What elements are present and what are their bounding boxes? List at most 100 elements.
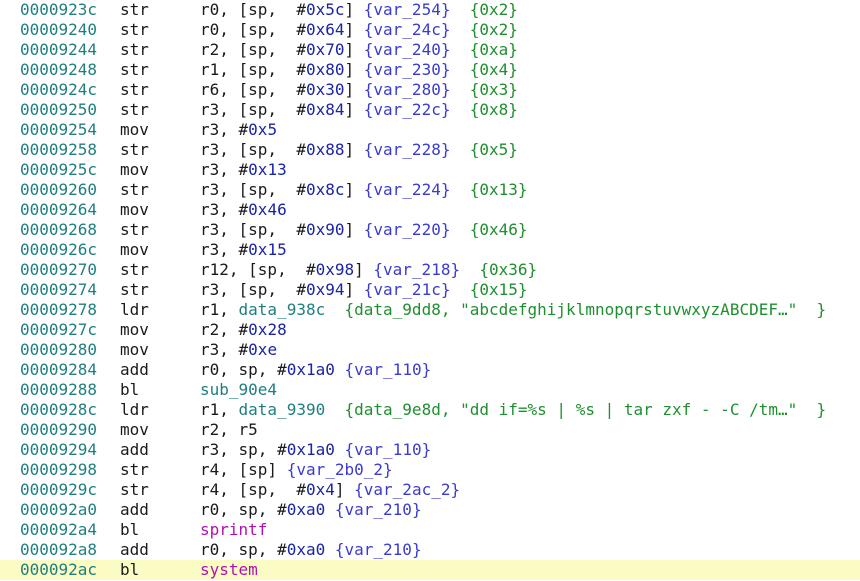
instruction-address[interactable]: 00009294 xyxy=(20,440,97,460)
stack-var-annotation[interactable]: {var_254} xyxy=(364,0,451,19)
instruction-address[interactable]: 000092a8 xyxy=(20,540,97,560)
stack-var-annotation[interactable]: {var_2b0_2} xyxy=(287,460,393,479)
instruction-line[interactable]: 00009290 mov r2, r5 xyxy=(0,420,860,440)
instruction-address[interactable]: 000092a0 xyxy=(20,500,97,520)
instruction-line[interactable]: 0000924c str r6, [sp, #0x30] {var_280} {0x… xyxy=(0,80,860,100)
stack-var-annotation[interactable]: {var_110} xyxy=(345,360,432,379)
import-call-link[interactable]: sprintf xyxy=(200,520,267,539)
data-symbol-link[interactable]: data_9390 xyxy=(239,400,326,419)
operand-text: r0, sp, # xyxy=(200,540,287,559)
instruction-address[interactable]: 00009258 xyxy=(20,140,97,160)
value-comment: {0x36} xyxy=(479,260,538,279)
instruction-line[interactable]: 00009260 str r3, [sp, #0x8c] {var_224} {0x… xyxy=(0,180,860,200)
stack-var-annotation[interactable]: {var_24c} xyxy=(364,20,451,39)
instruction-address[interactable]: 00009274 xyxy=(20,280,97,300)
operand-text: r4, [sp] xyxy=(200,460,287,479)
stack-var-annotation[interactable]: {var_240} xyxy=(364,40,451,59)
instruction-address[interactable]: 0000925c xyxy=(20,160,97,180)
instruction-address[interactable]: 00009268 xyxy=(20,220,97,240)
instruction-address[interactable]: 0000927c xyxy=(20,320,97,340)
instruction-line[interactable]: 0000923c str r0, [sp, #0x5c] {var_254} {0x… xyxy=(0,0,860,20)
instruction-address[interactable]: 0000924c xyxy=(20,80,97,100)
instruction-address[interactable]: 0000928c xyxy=(20,400,97,420)
data-symbol-link[interactable]: data_938c xyxy=(239,300,326,319)
disassembly-listing[interactable]: 0000923c str r0, [sp, #0x5c] {var_254} {0x… xyxy=(0,0,860,581)
operand-text: r1, xyxy=(200,400,239,419)
instruction-address[interactable]: 00009250 xyxy=(20,100,97,120)
instruction-address[interactable]: 00009278 xyxy=(20,300,97,320)
instruction-operands: r3, [sp, #0x90] {var_220} {0x46} xyxy=(200,220,528,240)
instruction-line[interactable]: 00009270 str r12, [sp, #0x98] {var_218} {0… xyxy=(0,260,860,280)
instruction-line[interactable]: 00009280 mov r3, #0xe xyxy=(0,340,860,360)
instruction-operands: sprintf xyxy=(200,520,267,540)
instruction-address[interactable]: 000092a4 xyxy=(20,520,97,540)
instruction-address[interactable]: 000092ac xyxy=(20,560,97,580)
instruction-operands: r3, [sp, #0x88] {var_228} {0x5} xyxy=(200,140,518,160)
operand-text: r3, # xyxy=(200,160,249,179)
stack-var-annotation[interactable]: {var_224} xyxy=(364,180,451,199)
stack-var-annotation[interactable]: {var_210} xyxy=(335,540,422,559)
instruction-address[interactable]: 00009260 xyxy=(20,180,97,200)
stack-var-annotation[interactable]: {var_228} xyxy=(364,140,451,159)
import-call-link[interactable]: system xyxy=(200,560,258,579)
stack-var-annotation[interactable]: {var_2ac_2} xyxy=(354,480,460,499)
instruction-mnemonic: add xyxy=(120,540,149,559)
stack-var-annotation[interactable]: {var_280} xyxy=(364,80,451,99)
instruction-line[interactable]: 000092a4 bl sprintf xyxy=(0,520,860,540)
instruction-address[interactable]: 0000923c xyxy=(20,0,97,20)
stack-var-annotation[interactable]: {var_22c} xyxy=(364,100,451,119)
stack-var-annotation[interactable]: {var_110} xyxy=(345,440,432,459)
instruction-line[interactable]: 0000927c mov r2, #0x28 xyxy=(0,320,860,340)
instruction-line[interactable]: 00009284 add r0, sp, #0x1a0 {var_110} xyxy=(0,360,860,380)
instruction-address[interactable]: 00009280 xyxy=(20,340,97,360)
instruction-line[interactable]: 000092a8 add r0, sp, #0xa0 {var_210} xyxy=(0,540,860,560)
instruction-line[interactable]: 00009258 str r3, [sp, #0x88] {var_228} {0x… xyxy=(0,140,860,160)
instruction-line[interactable]: 00009254 mov r3, #0x5 xyxy=(0,120,860,140)
instruction-line[interactable]: 00009288 bl sub_90e4 xyxy=(0,380,860,400)
operand-text: ] xyxy=(344,80,364,99)
instruction-line[interactable]: 00009298 str r4, [sp] {var_2b0_2} xyxy=(0,460,860,480)
instruction-address[interactable]: 00009290 xyxy=(20,420,97,440)
instruction-line[interactable]: 0000926c mov r3, #0x15 xyxy=(0,240,860,260)
instruction-address[interactable]: 00009248 xyxy=(20,60,97,80)
stack-var-annotation[interactable]: {var_218} xyxy=(373,260,460,279)
stack-var-annotation[interactable]: {var_21c} xyxy=(364,280,451,299)
instruction-line[interactable]: 00009250 str r3, [sp, #0x84] {var_22c} {0x… xyxy=(0,100,860,120)
instruction-operands: r2, #0x28 xyxy=(200,320,287,340)
stack-var-annotation[interactable]: {var_210} xyxy=(335,500,422,519)
instruction-line[interactable]: 00009278 ldr r1, data_938c {data_9dd8, "ab… xyxy=(0,300,860,320)
operand-text: r3, # xyxy=(200,200,249,219)
instruction-line[interactable]: 0000928c ldr r1, data_9390 {data_9e8d, "dd… xyxy=(0,400,860,420)
instruction-address[interactable]: 0000926c xyxy=(20,240,97,260)
instruction-address[interactable]: 00009264 xyxy=(20,200,97,220)
operand-text xyxy=(450,280,469,299)
function-call-link[interactable]: sub_90e4 xyxy=(200,380,277,399)
stack-var-annotation[interactable]: {var_220} xyxy=(364,220,451,239)
instruction-line[interactable]: 0000929c str r4, [sp, #0x4] {var_2ac_2} xyxy=(0,480,860,500)
instruction-address[interactable]: 00009298 xyxy=(20,460,97,480)
instruction-line[interactable]: 0000925c mov r3, #0x13 xyxy=(0,160,860,180)
operand-text: ] xyxy=(344,140,364,159)
instruction-line[interactable]: 00009268 str r3, [sp, #0x90] {var_220} {0x… xyxy=(0,220,860,240)
operand-text xyxy=(335,360,345,379)
instruction-line[interactable]: 00009240 str r0, [sp, #0x64] {var_24c} {0x… xyxy=(0,20,860,40)
operand-text: r3, [sp, # xyxy=(200,220,306,239)
instruction-line[interactable]: 00009248 str r1, [sp, #0x80] {var_230} {0x… xyxy=(0,60,860,80)
instruction-address[interactable]: 00009270 xyxy=(20,260,97,280)
instruction-address[interactable]: 00009288 xyxy=(20,380,97,400)
instruction-line[interactable]: 000092a0 add r0, sp, #0xa0 {var_210} xyxy=(0,500,860,520)
instruction-operands: r1, [sp, #0x80] {var_230} {0x4} xyxy=(200,60,518,80)
instruction-address[interactable]: 00009244 xyxy=(20,40,97,60)
instruction-line-selected[interactable]: 000092ac bl system xyxy=(0,560,860,580)
instruction-mnemonic: str xyxy=(120,460,149,479)
instruction-address[interactable]: 00009284 xyxy=(20,360,97,380)
instruction-address[interactable]: 00009240 xyxy=(20,20,97,40)
instruction-address[interactable]: 00009254 xyxy=(20,120,97,140)
instruction-address[interactable]: 0000929c xyxy=(20,480,97,500)
instruction-line[interactable]: 00009294 add r3, sp, #0x1a0 {var_110} xyxy=(0,440,860,460)
instruction-line[interactable]: 00009264 mov r3, #0x46 xyxy=(0,200,860,220)
instruction-line[interactable]: 00009244 str r2, [sp, #0x70] {var_240} {0x… xyxy=(0,40,860,60)
instruction-line[interactable]: 00009274 str r3, [sp, #0x94] {var_21c} {0x… xyxy=(0,280,860,300)
operand-text xyxy=(325,500,335,519)
stack-var-annotation[interactable]: {var_230} xyxy=(364,60,451,79)
